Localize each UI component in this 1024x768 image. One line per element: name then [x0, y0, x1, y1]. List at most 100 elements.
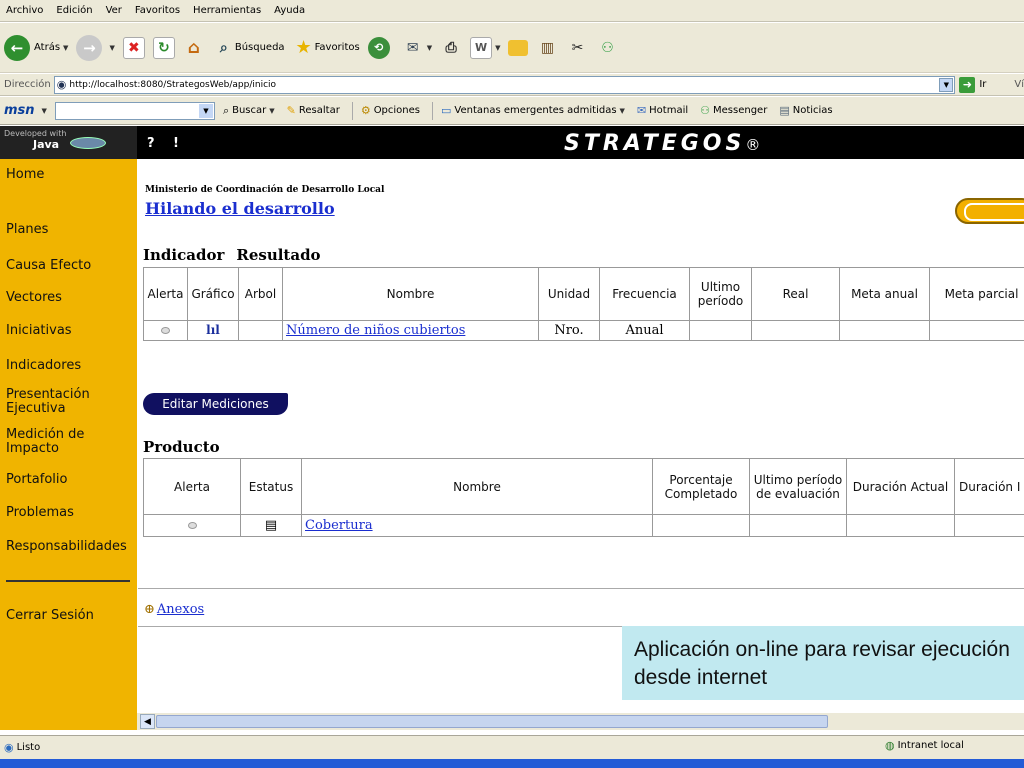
horizontal-scrollbar[interactable]: ◀ [137, 713, 1024, 730]
msn-logo[interactable]: msn [4, 103, 35, 118]
chevron-down-icon: ▼ [109, 43, 115, 52]
folder-button[interactable] [508, 39, 529, 56]
status-bar: ◉ Listo ◍ Intranet local [0, 735, 1024, 759]
news-icon: ▤ [779, 104, 790, 117]
msn-toolbar: msn ▼ ▼ ⌕ Buscar ▼ ✎ Resaltar ⚙ Opciones ▭ Ve… [0, 97, 1024, 125]
info-icon[interactable]: ! [173, 136, 179, 151]
toolbar-separator [432, 101, 434, 120]
producto-heading: Producto [143, 438, 220, 456]
sidebar-item-portafolio[interactable]: Portafolio [6, 473, 67, 487]
product-name-link[interactable]: Cobertura [301, 514, 653, 537]
tool-button[interactable]: ✂ [566, 37, 588, 59]
menu-herramientas[interactable]: Herramientas [193, 5, 261, 16]
project-title-link[interactable]: Hilando el desarrollo [145, 199, 335, 218]
chevron-down-icon: ▼ [426, 43, 433, 52]
navigation-pill-button[interactable] [955, 198, 1024, 224]
options-button[interactable]: ⚙ Opciones [361, 104, 420, 117]
sidebar-item-indicadores[interactable]: Indicadores [6, 359, 81, 373]
indicator-name-link[interactable]: Número de niños cubiertos [282, 320, 539, 341]
last-period-cell [689, 320, 752, 341]
column-header: Estatus [240, 458, 302, 515]
column-header: Meta parcial [929, 267, 1024, 321]
column-header: Duración I [954, 458, 1024, 515]
links-label[interactable]: Ví [1014, 79, 1024, 90]
app-header: ? ! STRATEGOS® [137, 126, 1024, 159]
security-zone: ◍ Intranet local [885, 739, 964, 752]
favorites-button[interactable]: ★ Favoritos [293, 37, 359, 59]
chevron-down-icon: ▼ [198, 103, 213, 118]
menu-favoritos[interactable]: Favoritos [135, 5, 180, 16]
sidebar-item-causa-efecto[interactable]: Causa Efecto [6, 259, 91, 273]
refresh-button[interactable]: ↻ [152, 36, 175, 59]
chevron-down-icon: ▼ [269, 106, 275, 115]
menu-edicion[interactable]: Edición [56, 5, 92, 16]
column-header: Ultimo período de evaluación [749, 458, 847, 515]
messenger-button[interactable]: ⚇ [596, 37, 618, 59]
attachment-icon: ⊕ [144, 602, 155, 617]
popups-button[interactable]: ▭ Ventanas emergentes admitidas ▼ [441, 104, 625, 117]
column-header: Nombre [282, 267, 539, 321]
column-header: Frecuencia [599, 267, 690, 321]
highlight-button[interactable]: ✎ Resaltar [287, 104, 340, 117]
news-button[interactable]: ▤ Noticias [779, 104, 832, 117]
hotmail-button[interactable]: ✉ Hotmail [637, 104, 688, 117]
browser-toolbar: ← Atrás ▼ → ▼ ✖ ↻ ⌂ ⌕ Búsqueda ★ Favoritos ⟲… [0, 23, 1024, 73]
sidebar-item-presentacion-ejecutiva[interactable]: Presentación Ejecutiva [6, 388, 126, 416]
mail-icon: ✉ [636, 104, 647, 117]
mail-icon: ✉ [406, 39, 419, 56]
home-icon: ⌂ [187, 37, 200, 58]
menu-bar: Archivo Edición Ver Favoritos Herramient… [0, 0, 1024, 22]
help-icon[interactable]: ? [147, 136, 155, 151]
address-input[interactable]: ◉ http://localhost:8080/StrategosWeb/app… [53, 75, 956, 94]
go-button[interactable]: ➜ Ir [959, 76, 986, 93]
duration-cell [954, 514, 1024, 537]
sidebar-item-iniciativas[interactable]: Iniciativas [6, 324, 72, 338]
column-header: Nombre [301, 458, 653, 515]
menu-archivo[interactable]: Archivo [6, 5, 43, 16]
menu-ayuda[interactable]: Ayuda [274, 5, 305, 16]
chart-cell[interactable]: lıl [187, 320, 239, 341]
msn-search-input[interactable]: ▼ [54, 101, 215, 120]
column-header: Gráfico [187, 267, 239, 321]
chevron-down-icon: ▼ [495, 43, 501, 52]
highlighter-icon: ✎ [286, 104, 296, 117]
document-icon[interactable]: ▤ [265, 518, 277, 533]
print-button[interactable]: ⎙ [440, 37, 462, 59]
book-icon: ▥ [540, 39, 555, 56]
organization-name: Ministerio de Coordinación de Desarrollo… [145, 185, 385, 195]
messenger-link[interactable]: ⚇ Messenger [700, 104, 767, 117]
mail-button[interactable]: ✉ ▼ [402, 37, 432, 59]
back-button[interactable]: ← Atrás ▼ [4, 34, 68, 61]
java-cup-icon [70, 137, 106, 149]
sidebar-item-problemas[interactable]: Problemas [6, 506, 74, 520]
home-button[interactable]: ⌂ [183, 37, 205, 59]
column-header: Duración Actual [846, 458, 955, 515]
logout-link[interactable]: Cerrar Sesión [6, 609, 94, 623]
status-cell[interactable]: ▤ [240, 514, 302, 537]
sidebar-item-planes[interactable]: Planes [6, 223, 48, 237]
table-header-row: Alerta Estatus Nombre Porcentaje Complet… [143, 458, 1024, 515]
edit-button[interactable]: W ▼ [470, 36, 501, 59]
toolbar-separator [351, 101, 353, 120]
sidebar-item-responsabilidades[interactable]: Responsabilidades [6, 540, 127, 554]
bar-chart-icon[interactable]: lıl [206, 323, 220, 337]
sidebar-item-medicion-de-impacto[interactable]: Medición de Impacto [6, 428, 106, 456]
msn-search-button[interactable]: ⌕ Buscar ▼ [223, 104, 275, 118]
sidebar-item-home[interactable]: Home [6, 168, 44, 182]
scroll-left-icon[interactable]: ◀ [140, 714, 155, 729]
forward-button[interactable]: → ▼ [76, 34, 115, 61]
menu-ver[interactable]: Ver [106, 5, 122, 16]
search-button[interactable]: ⌕ Búsqueda [213, 37, 285, 59]
chevron-down-icon[interactable]: ▼ [42, 107, 47, 115]
column-header: Ultimo período [689, 267, 752, 321]
anexos-link[interactable]: ⊕ Anexos [144, 602, 204, 617]
research-button[interactable]: ▥ [536, 37, 558, 59]
search-icon: ⌕ [219, 39, 228, 56]
scrollbar-thumb[interactable] [156, 715, 828, 728]
chevron-down-icon[interactable]: ▼ [939, 77, 954, 92]
sidebar-item-vectores[interactable]: Vectores [6, 291, 62, 305]
history-button[interactable]: ⟲ [367, 36, 394, 59]
go-arrow-icon: ➜ [959, 76, 976, 93]
stop-button[interactable]: ✖ [122, 36, 145, 59]
edit-measurements-button[interactable]: Editar Mediciones [143, 393, 288, 415]
